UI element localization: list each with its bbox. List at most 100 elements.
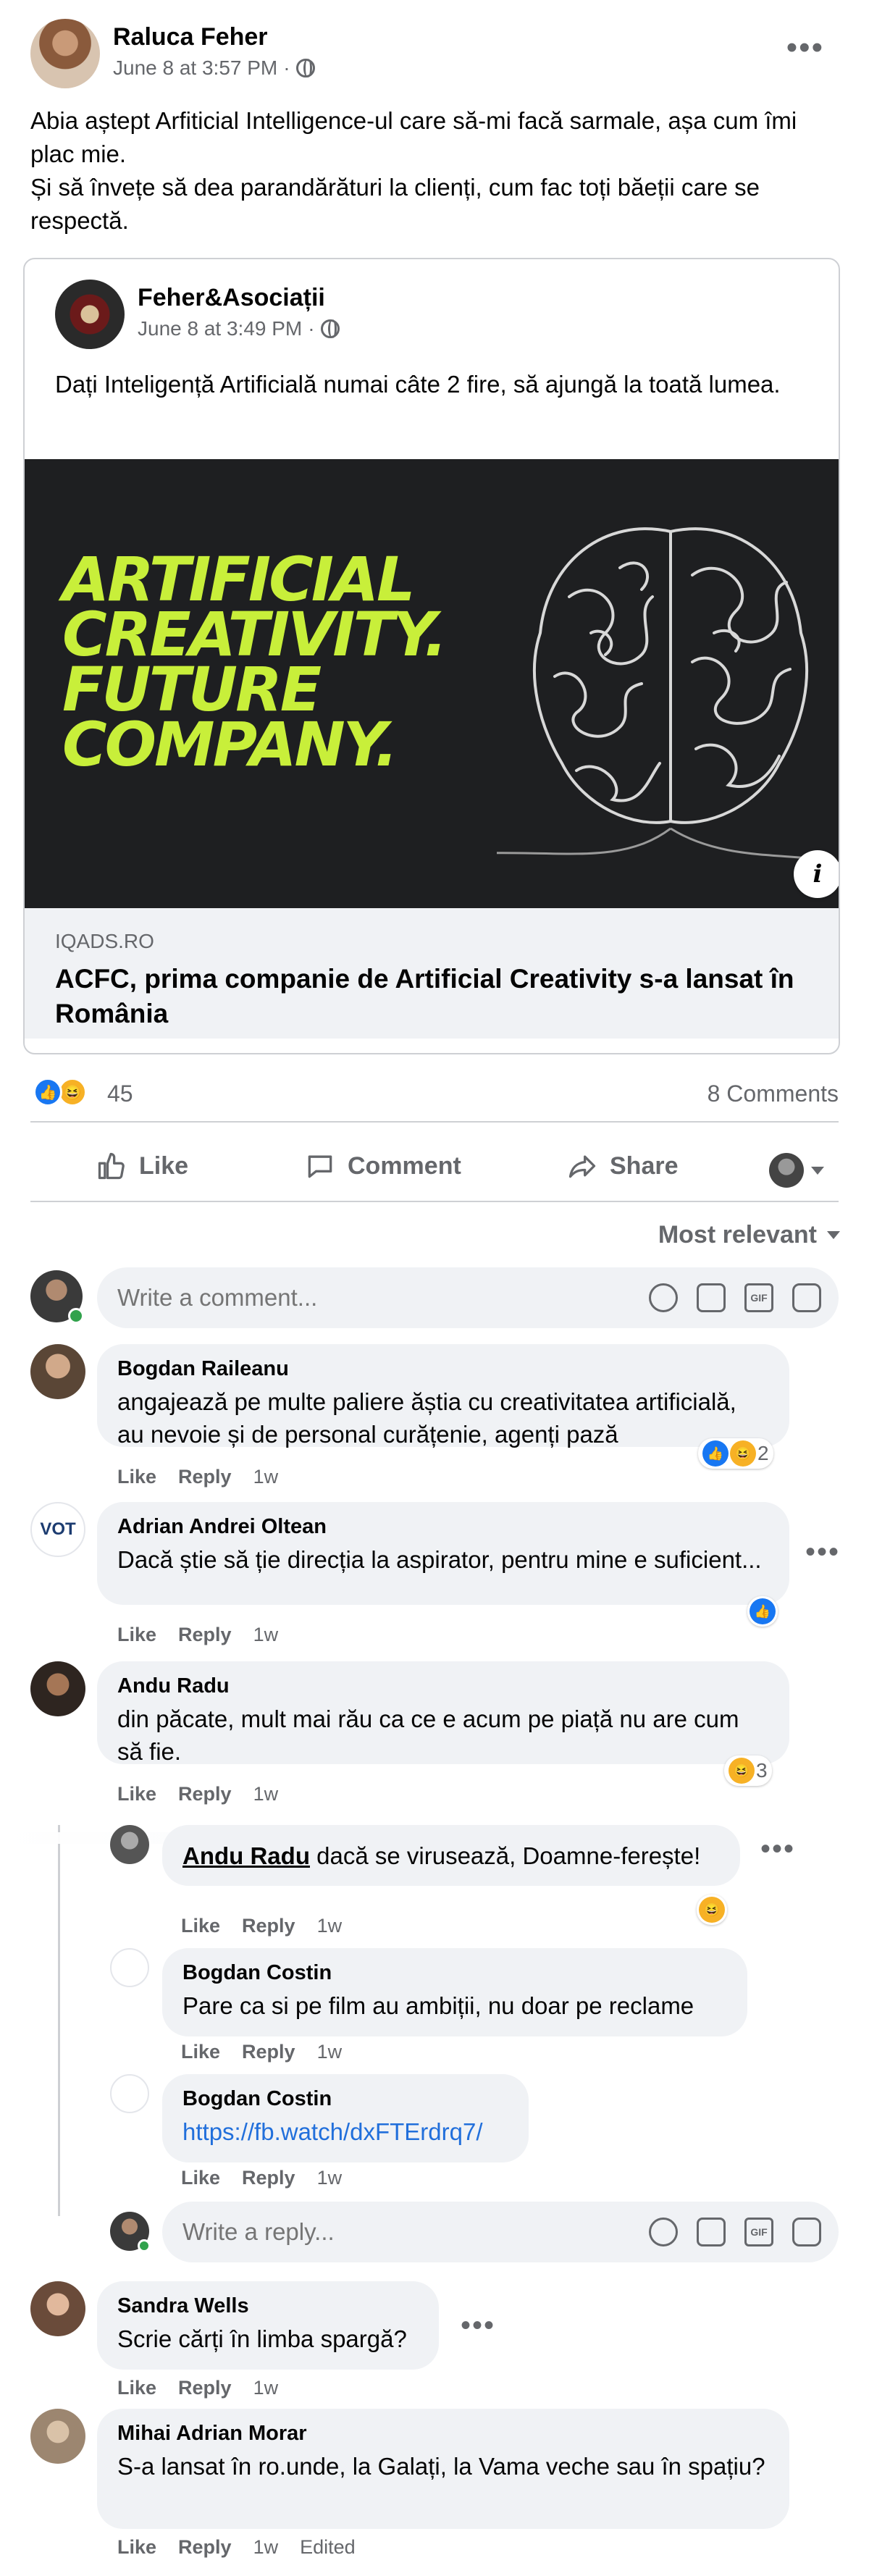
comment-more-icon[interactable]: ••• — [805, 1537, 840, 1566]
commenter-name[interactable]: Bogdan Raileanu — [117, 1357, 769, 1381]
comment-bubble: Adrian Andrei Oltean Dacă știe să ție di… — [97, 1502, 789, 1605]
post-action-bar: Like Comment Share — [30, 1136, 839, 1202]
comment-time[interactable]: 1w — [317, 2041, 343, 2063]
comment-reply-button[interactable]: Reply — [242, 1915, 295, 1937]
shared-post-card[interactable]: Feher&Asociații June 8 at 3:49 PM · Dați… — [23, 258, 840, 1054]
shared-author-name[interactable]: Feher&Asociații — [138, 284, 325, 312]
comment-reply-button[interactable]: Reply — [242, 2041, 295, 2063]
comment-reply-button[interactable]: Reply — [178, 1624, 232, 1646]
more-options-icon[interactable]: ••• — [786, 32, 824, 64]
haha-reaction-icon: 😆 — [730, 1440, 756, 1467]
comment-sort-dropdown[interactable]: Most relevant — [658, 1221, 840, 1249]
comment-bubble: Bogdan Raileanu angajează pe multe palie… — [97, 1344, 789, 1448]
comment-time[interactable]: 1w — [317, 2167, 343, 2189]
comment-text: angajează pe multe paliere ăștia cu crea… — [117, 1388, 736, 1448]
commenter-name[interactable]: Andu Radu — [117, 1674, 769, 1698]
comment-time[interactable]: 1w — [317, 1915, 343, 1937]
share-button[interactable]: Share — [566, 1150, 679, 1182]
info-icon[interactable]: i — [794, 850, 839, 898]
haha-reaction-icon[interactable]: 😆 — [58, 1078, 87, 1107]
comment-like-button[interactable]: Like — [117, 1783, 156, 1805]
sticker-icon[interactable] — [792, 2218, 821, 2246]
post-timestamp[interactable]: June 8 at 3:57 PM — [113, 56, 277, 80]
shared-post-text: Dați Inteligență Artificială numai câte … — [55, 371, 781, 398]
post-meta: June 8 at 3:57 PM · — [113, 56, 315, 80]
comment-actions: Like Reply 1w — [117, 2377, 278, 2399]
link-preview-info[interactable]: IQADS.RO ACFC, prima companie de Artific… — [25, 908, 839, 1039]
author-avatar[interactable] — [30, 19, 100, 88]
comments-count[interactable]: 8 Comments — [708, 1081, 839, 1107]
comment-reactions[interactable]: 😆 — [697, 1895, 727, 1925]
comment-like-button[interactable]: Like — [117, 1624, 156, 1646]
author-name[interactable]: Raluca Feher — [113, 23, 268, 51]
comment-reply-button[interactable]: Reply — [178, 2377, 232, 2399]
comment-reactions[interactable]: 😆 3 — [724, 1755, 772, 1786]
comment-like-button[interactable]: Like — [181, 1915, 220, 1937]
comment-text: S-a lansat în ro.unde, la Galați, la Vam… — [117, 2453, 765, 2480]
commenter-avatar[interactable]: VOT — [30, 1502, 85, 1557]
comment-time[interactable]: 1w — [253, 1624, 279, 1646]
commenter-avatar[interactable] — [30, 2281, 85, 2336]
comment-as-selector[interactable] — [769, 1153, 824, 1188]
comment-reactions[interactable]: 👍 😆 2 — [698, 1438, 773, 1469]
comment-like-button[interactable]: Like — [117, 2536, 156, 2559]
comment-time[interactable]: 1w — [253, 2536, 279, 2559]
user-avatar — [769, 1153, 804, 1188]
brain-illustration — [497, 527, 839, 865]
comment-link[interactable]: https://fb.watch/dxFTErdrq7/ — [182, 2115, 508, 2148]
post-header: Raluca Feher June 8 at 3:57 PM · ••• — [30, 19, 839, 91]
emoji-icon[interactable] — [649, 2218, 678, 2246]
comment-like-button[interactable]: Like — [181, 2041, 220, 2063]
sort-label: Most relevant — [658, 1221, 817, 1249]
gif-icon[interactable]: GIF — [744, 2218, 773, 2246]
shared-post-meta: June 8 at 3:49 PM · — [138, 317, 340, 340]
comment-edited-label[interactable]: Edited — [300, 2536, 356, 2559]
shared-author-avatar[interactable] — [55, 280, 125, 349]
commenter-avatar[interactable] — [30, 1661, 85, 1716]
commenter-avatar[interactable] — [110, 2074, 149, 2113]
link-preview-image[interactable]: ARTIFICIAL CREATIVITY. FUTURE COMPANY. i — [25, 459, 839, 908]
reaction-count[interactable]: 45 — [107, 1081, 133, 1107]
comment-like-button[interactable]: Like — [181, 2167, 220, 2189]
comment-like-button[interactable]: Like — [117, 1466, 156, 1488]
emoji-icon[interactable] — [649, 1283, 678, 1312]
commenter-name[interactable]: Bogdan Costin — [182, 1961, 727, 1985]
commenter-avatar[interactable] — [30, 1344, 85, 1399]
comment-reply-button[interactable]: Reply — [178, 1466, 232, 1488]
comment-like-button[interactable]: Like — [117, 2377, 156, 2399]
comment-reply-button[interactable]: Reply — [242, 2167, 295, 2189]
comment-composer: GIF — [30, 1267, 839, 1331]
commenter-avatar[interactable] — [30, 2409, 85, 2464]
comment-time[interactable]: 1w — [253, 1783, 279, 1805]
comment-reply-button[interactable]: Reply — [178, 2536, 232, 2559]
like-reaction-icon[interactable]: 👍 — [33, 1078, 62, 1107]
camera-icon[interactable] — [697, 1283, 726, 1312]
online-status-dot — [68, 1308, 84, 1324]
comment-button[interactable]: Comment — [304, 1150, 461, 1182]
comment-reply-button[interactable]: Reply — [178, 1783, 232, 1805]
reply: Bogdan Costin https://fb.watch/dxFTErdrq… — [110, 2074, 839, 2190]
gif-icon[interactable]: GIF — [744, 1283, 773, 1312]
commenter-avatar[interactable] — [110, 1948, 149, 1987]
commenter-name[interactable]: Mihai Adrian Morar — [117, 2422, 769, 2446]
comment: VOT Adrian Andrei Oltean Dacă știe să ți… — [30, 1502, 839, 1654]
like-button[interactable]: Like — [96, 1150, 188, 1182]
comment-reactions[interactable]: 👍 — [747, 1596, 778, 1627]
commenter-avatar[interactable] — [110, 1825, 149, 1864]
online-status-dot — [138, 2239, 151, 2252]
commenter-name[interactable]: Bogdan Costin — [182, 2087, 508, 2111]
thumbs-up-icon — [98, 1152, 125, 1180]
comment-more-icon[interactable]: ••• — [461, 2311, 495, 2340]
mention-link[interactable]: Andu Radu — [182, 1842, 310, 1869]
link-title[interactable]: ACFC, prima companie de Artificial Creat… — [55, 962, 823, 1031]
commenter-name[interactable]: Adrian Andrei Oltean — [117, 1515, 769, 1539]
commenter-name[interactable]: Sandra Wells — [117, 2294, 419, 2318]
shared-post-timestamp[interactable]: June 8 at 3:49 PM — [138, 317, 302, 340]
camera-icon[interactable] — [697, 2218, 726, 2246]
comment-time[interactable]: 1w — [253, 1466, 279, 1488]
sticker-icon[interactable] — [792, 1283, 821, 1312]
meta-separator: · — [283, 56, 290, 79]
comment-more-icon[interactable]: ••• — [760, 1834, 795, 1863]
comment-time[interactable]: 1w — [253, 2377, 279, 2399]
chevron-down-icon — [827, 1231, 840, 1239]
